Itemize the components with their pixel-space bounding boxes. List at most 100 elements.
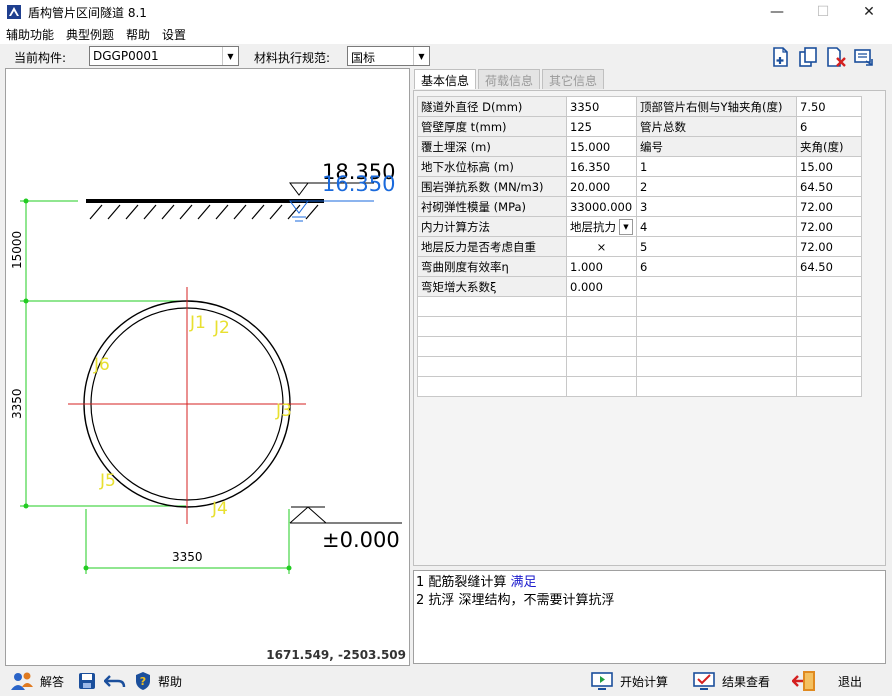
answer-button[interactable]: 解答 — [10, 670, 64, 692]
chevron-down-icon[interactable]: ▼ — [619, 218, 633, 235]
table-row — [417, 376, 862, 397]
drawing-canvas[interactable]: 18.350 16.350 15000 3350 3350 J1 J2 J3 J… — [5, 68, 410, 666]
dim-vertical — [20, 200, 186, 507]
segment-angle-value[interactable]: 7.50 — [796, 96, 862, 117]
param-label: 弯曲刚度有效率η — [417, 256, 567, 277]
param-label: 弯矩增大系数ξ — [417, 276, 567, 297]
table-row: 弯曲刚度有效率η 1.000 6 64.50 — [417, 256, 862, 277]
menu-bar: 辅助功能 典型例题 帮助 设置 — [0, 24, 892, 44]
param-label: 隧道外直径 D(mm) — [417, 96, 567, 117]
close-button[interactable]: ✕ — [846, 0, 892, 24]
param-value-self-weight-checkbox[interactable]: × — [566, 236, 637, 257]
table-row — [417, 316, 862, 337]
chevron-down-icon[interactable]: ▼ — [413, 47, 429, 65]
segment-angle[interactable]: 72.00 — [796, 236, 862, 257]
param-label: 地下水位标高 (m) — [417, 156, 567, 177]
dim-label-diameter-v: 3350 — [10, 388, 24, 419]
spec-select[interactable]: 国标 ▼ — [347, 46, 430, 66]
table-row: 围岩弹抗系数 (MN/m3) 20.000 2 64.50 — [417, 176, 862, 197]
param-value-moment-factor[interactable]: 0.000 — [566, 276, 637, 297]
segment-angle-header: 夹角(度) — [796, 136, 862, 157]
table-row: 地层反力是否考虑自重 × 5 72.00 — [417, 236, 862, 257]
tab-basic-info[interactable]: 基本信息 — [414, 69, 477, 89]
help-button[interactable]: ? 帮助 — [134, 670, 182, 692]
param-value-cover-depth[interactable]: 15.000 — [566, 136, 637, 157]
joint-label: J6 — [93, 355, 110, 375]
menu-typical-examples[interactable]: 典型例题 — [60, 24, 120, 44]
minimize-button[interactable]: — — [754, 0, 800, 24]
segment-no: 3 — [636, 196, 797, 217]
joint-label: J3 — [275, 401, 292, 421]
title-bar: 盾构管片区间隧道 8.1 — ☐ ✕ — [0, 0, 892, 24]
tab-other-info[interactable]: 其它信息 — [542, 69, 605, 89]
exit-button[interactable]: 退出 — [792, 670, 862, 692]
member-info-icon[interactable] — [853, 46, 875, 68]
table-row: 衬砌弹性模量 (MPa) 33000.000 3 72.00 — [417, 196, 862, 217]
new-member-icon[interactable] — [770, 46, 792, 68]
view-result-button[interactable]: 结果查看 — [692, 670, 770, 692]
param-value-elastic-modulus[interactable]: 33000.000 — [566, 196, 637, 217]
segment-no: 2 — [636, 176, 797, 197]
joint-label: J1 — [189, 313, 206, 333]
segment-angle[interactable]: 64.50 — [796, 256, 862, 277]
param-label: 围岩弹抗系数 (MN/m3) — [417, 176, 567, 197]
table-row: 弯矩增大系数ξ 0.000 — [417, 276, 862, 297]
menu-aux-functions[interactable]: 辅助功能 — [0, 24, 60, 44]
spec-select-value: 国标 — [351, 51, 376, 65]
param-label: 覆土埋深 (m) — [417, 136, 567, 157]
elev-marker-base — [289, 506, 327, 524]
toolbar: 当前构件: DGGP0001 ▼ 材料执行规范: 国标 ▼ — [0, 44, 892, 68]
exit-door-icon — [792, 671, 815, 691]
segment-count-value[interactable]: 6 — [796, 116, 862, 137]
elev-marker-ground — [289, 182, 309, 196]
param-value-diameter[interactable]: 3350 — [566, 96, 637, 117]
tab-load-info[interactable]: 荷载信息 — [478, 69, 541, 89]
param-value-rock-resistance[interactable]: 20.000 — [566, 176, 637, 197]
svg-text:?: ? — [140, 675, 146, 688]
segment-no: 4 — [636, 216, 797, 237]
segment-angle[interactable]: 72.00 — [796, 196, 862, 217]
copy-member-icon[interactable] — [797, 46, 819, 68]
segment-no-header: 编号 — [636, 136, 797, 157]
segment-angle-label: 顶部管片右侧与Y轴夹角(度) — [636, 96, 797, 117]
table-row — [417, 336, 862, 357]
message-crack-check: 1 配筋裂缝计算 满足 — [416, 575, 537, 590]
status-satisfied: 满足 — [510, 575, 537, 590]
segment-angle[interactable] — [796, 276, 862, 297]
segment-no — [636, 276, 797, 297]
param-value-water-level[interactable]: 16.350 — [566, 156, 637, 177]
dim-label-cover: 15000 — [10, 231, 24, 269]
result-message-panel: 1 配筋裂缝计算 满足 2 抗浮 深埋结构，不需要计算抗浮 — [413, 570, 886, 664]
param-value-method[interactable]: 地层抗力 ▼ — [566, 216, 637, 237]
bottom-toolbar: 解答 ? 帮助 开始计算 结果查看 退出 — [0, 666, 892, 696]
monitor-check-icon — [693, 672, 715, 690]
joint-label: J2 — [213, 318, 230, 338]
save-icon[interactable] — [78, 672, 96, 690]
delete-member-icon[interactable] — [825, 46, 847, 68]
segment-angle[interactable]: 15.00 — [796, 156, 862, 177]
member-select[interactable]: DGGP0001 ▼ — [89, 46, 239, 66]
cursor-coordinates: 1671.549, -2503.509 — [266, 648, 406, 662]
segment-count-label: 管片总数 — [636, 116, 797, 137]
undo-icon[interactable] — [104, 672, 126, 690]
param-label: 衬砌弹性模量 (MPa) — [417, 196, 567, 217]
segment-angle[interactable]: 64.50 — [796, 176, 862, 197]
app-window: 盾构管片区间隧道 8.1 — ☐ ✕ 辅助功能 典型例题 帮助 设置 当前构件:… — [0, 0, 892, 696]
menu-settings[interactable]: 设置 — [156, 24, 192, 44]
member-select-value: DGGP0001 — [93, 49, 159, 63]
chevron-down-icon[interactable]: ▼ — [222, 47, 238, 65]
param-value-stiffness-eff[interactable]: 1.000 — [566, 256, 637, 277]
table-row: 管壁厚度 t(mm) 125 管片总数 6 — [417, 116, 862, 137]
table-row — [417, 296, 862, 317]
maximize-button[interactable]: ☐ — [800, 0, 846, 24]
menu-help[interactable]: 帮助 — [120, 24, 156, 44]
segment-angle[interactable]: 72.00 — [796, 216, 862, 237]
ground-hatch — [89, 204, 319, 220]
monitor-play-icon — [591, 672, 613, 690]
users-icon — [11, 672, 33, 690]
table-row: 内力计算方法 地层抗力 ▼ 4 72.00 — [417, 216, 862, 237]
message-buoyancy: 2 抗浮 深埋结构，不需要计算抗浮 — [416, 593, 615, 608]
app-logo-icon — [7, 5, 21, 19]
start-calc-button[interactable]: 开始计算 — [590, 670, 668, 692]
param-value-thickness[interactable]: 125 — [566, 116, 637, 137]
